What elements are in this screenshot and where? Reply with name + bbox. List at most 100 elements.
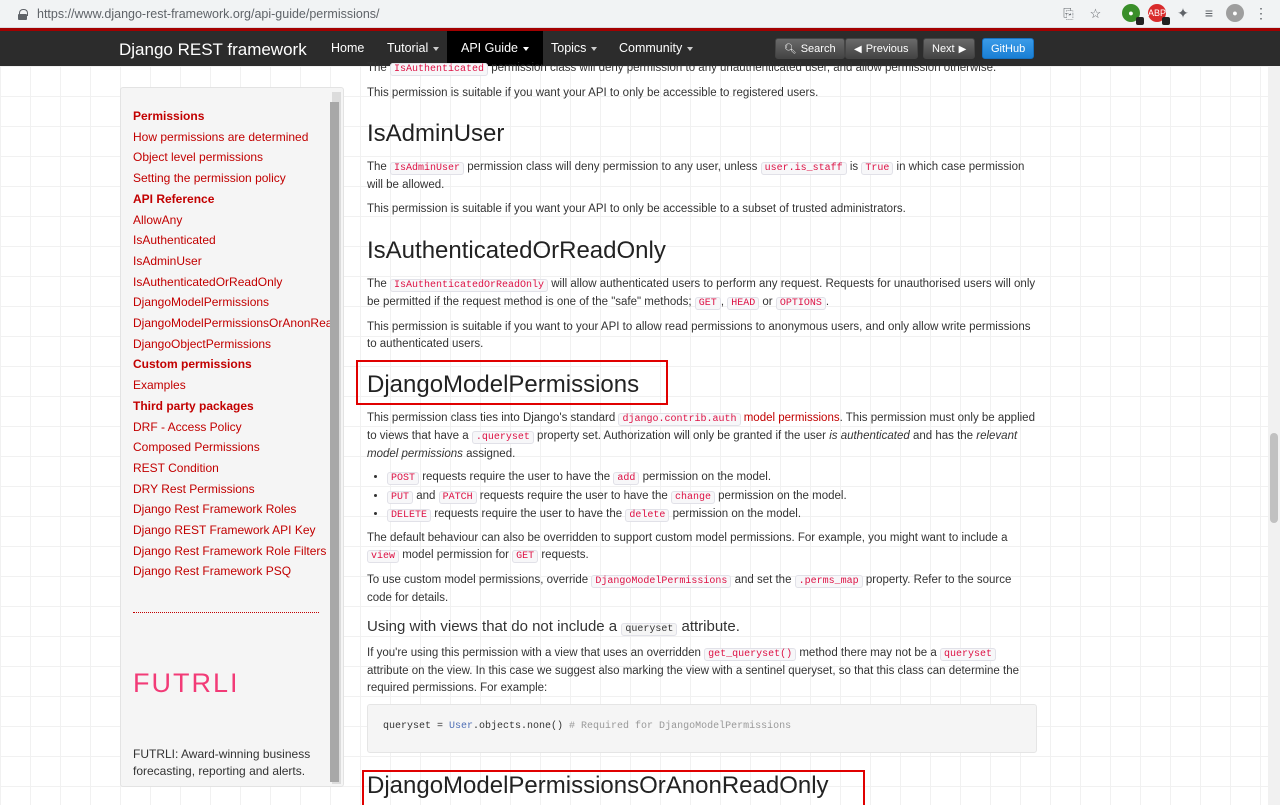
text-segment: The default behaviour can also be overri… [367, 532, 1008, 544]
text-segment: is [846, 161, 862, 173]
sidebar-item-how-permissions-are-determined[interactable]: How permissions are determined [133, 127, 333, 148]
sidebar-item-dry-rest-permissions[interactable]: DRY Rest Permissions [133, 479, 333, 500]
inline-code: HEAD [727, 297, 760, 310]
list-item: PUT and PATCH requests require the user … [387, 488, 1037, 507]
scroll-thumb[interactable] [1270, 433, 1278, 523]
text-segment: requests require the user to have the [431, 508, 626, 520]
list-item: POST requests require the user to have t… [387, 469, 1037, 488]
url-text[interactable]: https://www.django-rest-framework.org/ap… [37, 7, 380, 21]
inline-code: GET [512, 550, 539, 563]
sidebar-item-django-rest-framework-api-key[interactable]: Django REST Framework API Key [133, 520, 333, 541]
sidebar-item-drf-access-policy[interactable]: DRF - Access Policy [133, 417, 333, 438]
browser-toolbar: https://www.django-rest-framework.org/ap… [0, 0, 1280, 28]
sidebar-scroll-thumb[interactable] [330, 102, 339, 782]
sponsor-logo[interactable]: FUTRLI [133, 668, 240, 699]
chevron-down-icon [522, 46, 529, 51]
text-segment: permission class will deny permission to… [464, 161, 761, 173]
paragraph: This permission is suitable if you want … [367, 321, 1031, 350]
sidebar-item-composed-permissions[interactable]: Composed Permissions [133, 437, 333, 458]
sidebar-item-isadminuser[interactable]: IsAdminUser [133, 251, 333, 272]
sidebar-item-setting-the-permission-policy[interactable]: Setting the permission policy [133, 168, 333, 189]
media-queue-icon[interactable]: ≡ [1200, 4, 1218, 22]
text-segment: and has the [909, 430, 977, 442]
github-button[interactable]: GitHub [982, 38, 1035, 59]
heading-using-with-views: Using with views that do not include a q… [367, 618, 740, 636]
inline-code: user.is_staff [760, 162, 847, 175]
sidebar-item-custom-permissions[interactable]: Custom permissions [133, 354, 333, 375]
search-button[interactable]: 🔍︎ Search [775, 38, 845, 59]
text-segment: If you're using this permission with a v… [367, 647, 705, 659]
extension-icon[interactable]: ● [1122, 4, 1144, 25]
paragraph: The IsAuthenticatedOrReadOnly will allow… [367, 276, 1037, 312]
sidebar-item-djangomodelpermissions[interactable]: DjangoModelPermissions [133, 292, 333, 313]
inline-code: OPTIONS [775, 297, 826, 310]
sidebar-scrollbar[interactable] [330, 92, 341, 784]
sidebar-item-permissions[interactable]: Permissions [133, 106, 333, 127]
text-segment: model permission for [399, 549, 513, 561]
text-segment: property set. Authorization will only be… [533, 430, 830, 442]
page-scrollbar[interactable] [1268, 66, 1280, 805]
text-segment: Using with views that do not include a [367, 618, 622, 635]
inline-code: IsAuthenticated [390, 63, 489, 76]
inline-code: django.contrib.auth [618, 413, 741, 426]
sidebar-item-third-party-packages[interactable]: Third party packages [133, 396, 333, 417]
inline-code: change [670, 490, 715, 504]
inline-code: queryset [621, 623, 678, 636]
paragraph: This permission is suitable if you want … [367, 87, 819, 99]
inline-code: PATCH [438, 490, 477, 504]
puzzle-icon[interactable]: ✦ [1174, 4, 1192, 22]
arrow-left-icon: ◀ [854, 44, 862, 55]
paragraph: This permission is suitable if you want … [367, 203, 906, 215]
adblock-icon[interactable]: ABP [1148, 4, 1170, 25]
menu-dots-icon[interactable]: ⋮ [1252, 4, 1270, 22]
heading-djangomodelpermissionsoranonreadonly: DjangoModelPermissionsOrAnonReadOnly [367, 772, 829, 799]
sidebar-item-examples[interactable]: Examples [133, 375, 333, 396]
inline-code: get_queryset() [704, 648, 797, 661]
toc-sidebar: Permissions How permissions are determine… [120, 87, 344, 787]
address-bar[interactable]: https://www.django-rest-framework.org/ap… [8, 2, 1113, 26]
inline-code: DjangoModelPermissions [591, 575, 732, 588]
text-segment: and set the [731, 574, 795, 586]
sidebar-item-djangomodelpermissionsoranonreadonly[interactable]: DjangoModelPermissionsOrAnonReadOnly [133, 313, 333, 334]
paragraph: The default behaviour can also be overri… [367, 530, 1037, 565]
sidebar-item-djangoobjectpermissions[interactable]: DjangoObjectPermissions [133, 334, 333, 355]
text-segment: The [367, 161, 391, 173]
heading-isauthenticatedorreadonly: IsAuthenticatedOrReadOnly [367, 237, 666, 264]
text-segment: attribute on the view. In this case we s… [367, 665, 1020, 694]
text-segment: permission on the model. [639, 471, 772, 483]
sidebar-item-isauthenticated[interactable]: IsAuthenticated [133, 230, 333, 251]
inline-link[interactable]: model permissions [744, 412, 840, 424]
inline-code: POST [387, 472, 420, 485]
inline-code: DELETE [387, 509, 432, 522]
text-segment: requests require the user to have the [419, 471, 614, 483]
sidebar-item-django-rest-framework-roles[interactable]: Django Rest Framework Roles [133, 499, 333, 520]
avatar[interactable]: ● [1226, 4, 1244, 22]
paragraph: If you're using this permission with a v… [367, 645, 1037, 697]
inline-code: view [367, 550, 400, 563]
sidebar-item-django-rest-framework-psq[interactable]: Django Rest Framework PSQ [133, 561, 333, 582]
sidebar-item-api-reference[interactable]: API Reference [133, 189, 333, 210]
translate-icon[interactable]: ⎘ [1061, 6, 1076, 21]
sidebar-item-django-rest-framework-role-filters[interactable]: Django Rest Framework Role Filters [133, 541, 333, 562]
inline-code: GET [694, 297, 721, 310]
sidebar-item-rest-condition[interactable]: REST Condition [133, 458, 333, 479]
sidebar-item-isauthenticatedorreadonly[interactable]: IsAuthenticatedOrReadOnly [133, 272, 333, 293]
chevron-down-icon [687, 46, 694, 51]
next-button[interactable]: Next ▶ [923, 38, 976, 59]
site-brand[interactable]: Django REST framework [119, 40, 307, 60]
text-segment: and [413, 489, 439, 502]
text-segment: requests require the user to have the [476, 489, 671, 502]
inline-code: PUT [387, 490, 414, 504]
text-segment: attribute. [677, 618, 740, 635]
sidebar-item-object-level-permissions[interactable]: Object level permissions [133, 147, 333, 168]
text-segment: The [367, 62, 391, 74]
sponsor-text[interactable]: FUTRLI: Award-winning business forecasti… [133, 746, 323, 779]
permission-list: POST requests require the user to have t… [387, 469, 1037, 525]
code-block[interactable]: queryset = User.objects.none() # Require… [367, 704, 1037, 753]
inline-code: delete [625, 509, 670, 522]
sidebar-item-allowany[interactable]: AllowAny [133, 210, 333, 231]
previous-button[interactable]: ◀ Previous [845, 38, 918, 59]
text-segment: The [367, 278, 391, 290]
bookmark-star-icon[interactable]: ☆ [1088, 6, 1103, 21]
text-segment: This permission class ties into Django's… [367, 412, 619, 424]
